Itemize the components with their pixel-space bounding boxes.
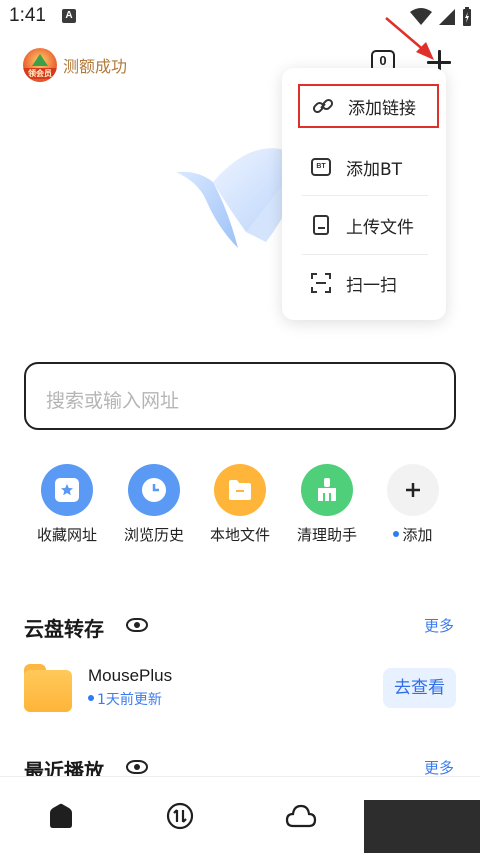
view-button[interactable]: 去查看	[383, 668, 456, 708]
status-time: 1:41	[9, 5, 46, 26]
eye-icon[interactable]	[126, 760, 148, 774]
battery-icon	[463, 7, 471, 26]
shortcut-label: 浏览历史	[123, 526, 184, 544]
scan-icon	[310, 272, 332, 294]
cloud-more-link[interactable]: 更多	[424, 615, 454, 636]
home-icon[interactable]	[46, 801, 76, 831]
shortcut-add[interactable]: 添加	[373, 464, 453, 545]
scan-menu-item[interactable]: 扫一扫	[298, 261, 426, 305]
recent-more-link[interactable]: 更多	[424, 757, 454, 778]
shortcut-cleaner[interactable]: 清理助手	[287, 464, 367, 545]
shortcut-label: 清理助手	[296, 526, 357, 544]
shortcut-local-files[interactable]: 本地文件	[200, 464, 280, 545]
update-dot-icon	[88, 695, 94, 701]
new-dot-icon	[393, 530, 400, 537]
add-bt-menu-item[interactable]: BT 添加BT	[298, 145, 426, 189]
folder-icon	[24, 664, 72, 712]
add-bt-label: 添加BT	[346, 159, 403, 180]
eye-icon[interactable]	[126, 618, 148, 632]
folder-icon	[214, 464, 266, 516]
search-input[interactable]: 搜索或输入网址	[24, 362, 456, 430]
cloud-item-name[interactable]: MousePlus	[88, 666, 172, 686]
cloud-section-title: 云盘转存	[24, 617, 104, 641]
watermark-overlay	[364, 800, 480, 853]
cloud-item-subtitle: 1天前更新	[88, 689, 162, 709]
bt-icon: BT	[310, 156, 332, 178]
add-link-menu-item[interactable]: 添加链接	[298, 84, 439, 128]
vip-status-text: 测额成功	[63, 57, 128, 76]
vip-badge-label: 领会员	[23, 68, 57, 79]
search-placeholder: 搜索或输入网址	[46, 390, 180, 412]
clock-icon	[128, 464, 180, 516]
vip-banner[interactable]: 领会员 测额成功	[23, 48, 127, 82]
upload-file-label: 上传文件	[346, 217, 414, 238]
shortcut-label: 收藏网址	[36, 526, 97, 544]
shortcut-label: 本地文件	[209, 526, 270, 544]
annotation-arrow	[385, 17, 434, 60]
notification-icon: A	[62, 9, 76, 23]
cloud-icon[interactable]	[285, 801, 317, 831]
plus-icon	[387, 464, 439, 516]
broom-icon	[301, 464, 353, 516]
shortcut-label: 添加	[373, 524, 453, 545]
link-icon	[312, 95, 334, 117]
vip-badge-icon: 领会员	[23, 48, 57, 82]
shortcut-bookmarks[interactable]: 收藏网址	[27, 464, 107, 545]
add-link-label: 添加链接	[348, 98, 416, 119]
scan-label: 扫一扫	[346, 275, 397, 296]
bookmark-icon	[41, 464, 93, 516]
file-icon	[310, 214, 332, 236]
shortcut-history[interactable]: 浏览历史	[114, 464, 194, 545]
add-dropdown-menu: 添加链接 BT 添加BT 上传文件 扫一扫	[282, 68, 446, 320]
upload-file-menu-item[interactable]: 上传文件	[298, 203, 426, 247]
transfer-icon[interactable]	[165, 801, 195, 831]
